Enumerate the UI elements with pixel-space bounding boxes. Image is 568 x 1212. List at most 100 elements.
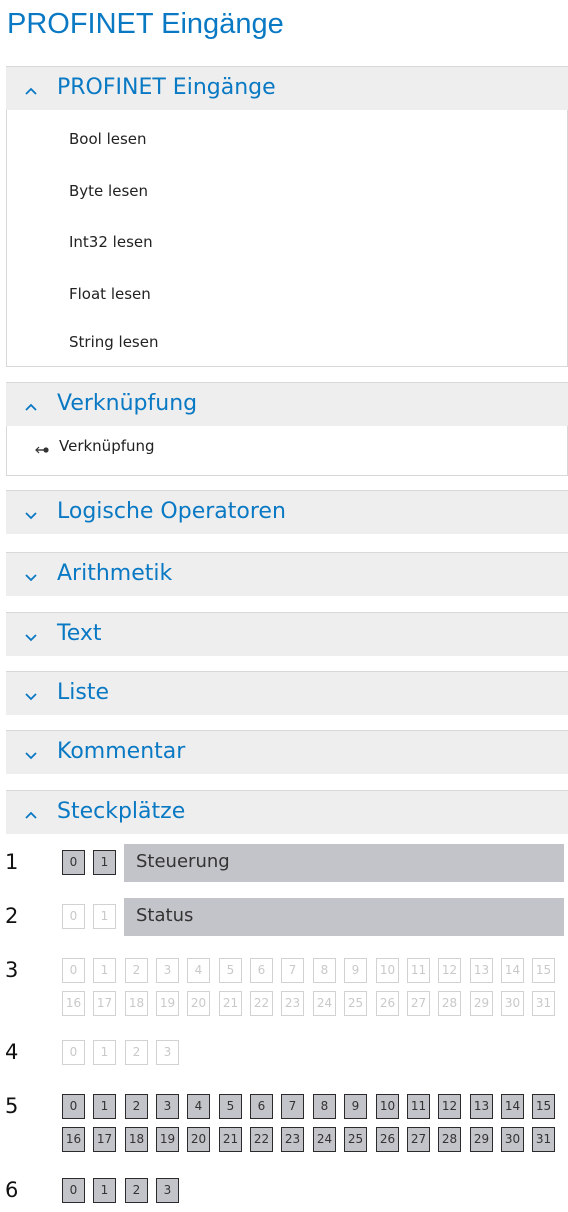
bit-box[interactable]: 25 [344,991,367,1016]
section-header-verknuepfung[interactable]: Verknüpfung [6,382,568,426]
bit-box[interactable]: 17 [93,991,116,1016]
block-float-lesen[interactable]: Float lesen [69,284,151,304]
bit-box[interactable]: 19 [156,991,179,1016]
bit-box[interactable]: 28 [438,991,461,1016]
bit-box[interactable]: 15 [532,1094,555,1119]
bit-box[interactable]: 29 [470,991,493,1016]
bit-box[interactable]: 8 [313,958,336,983]
bit-box[interactable]: 24 [313,1127,336,1152]
bit-box[interactable]: 23 [281,991,304,1016]
bit-box[interactable]: 0 [62,958,85,983]
bit-box[interactable]: 10 [376,1094,399,1119]
slot-row-5: 5 0 1 2 3 4 5 6 7 8 9 10 11 12 13 14 15 16 17 18 19 20 21 22 23 2… [0,1088,568,1152]
slot-name-bar[interactable]: Status [124,898,564,936]
bit-box[interactable]: 1 [93,958,116,983]
bit-box[interactable]: 2 [125,1094,148,1119]
bit-box[interactable]: 14 [501,1094,524,1119]
bit-box[interactable]: 25 [344,1127,367,1152]
bit-box[interactable]: 15 [532,958,555,983]
page-title: PROFINET Eingänge [7,8,284,40]
bit-box[interactable]: 19 [156,1127,179,1152]
bit-box[interactable]: 16 [62,991,85,1016]
slot-number: 5 [5,1094,19,1118]
bit-box[interactable]: 26 [376,1127,399,1152]
bit-box[interactable]: 3 [156,1040,179,1065]
bit-box[interactable]: 4 [187,1094,210,1119]
section-header-steckplaetze[interactable]: Steckplätze [6,790,568,834]
bit-box[interactable]: 27 [407,991,430,1016]
block-int32-lesen[interactable]: Int32 lesen [69,232,153,252]
bit-box[interactable]: 23 [281,1127,304,1152]
bit-box[interactable]: 18 [125,1127,148,1152]
bit-box[interactable]: 2 [125,1040,148,1065]
bit-box[interactable]: 24 [313,991,336,1016]
bit-box[interactable]: 11 [407,1094,430,1119]
bit-box[interactable]: 6 [250,958,273,983]
bit-box[interactable]: 21 [219,991,242,1016]
bit-box[interactable]: 2 [125,958,148,983]
section-body-profinet: Bool lesen Byte lesen Int32 lesen Float … [6,110,568,367]
bit-box[interactable]: 0 [62,904,85,929]
bit-box[interactable]: 0 [62,1094,85,1119]
bit-box[interactable]: 8 [313,1094,336,1119]
bit-box[interactable]: 3 [156,958,179,983]
bit-box[interactable]: 5 [219,1094,242,1119]
bit-box[interactable]: 9 [344,1094,367,1119]
block-byte-lesen[interactable]: Byte lesen [69,181,148,201]
bit-box[interactable]: 1 [93,1094,116,1119]
bit-box[interactable]: 5 [219,958,242,983]
section-header-liste[interactable]: Liste [6,671,568,715]
section-header-logische-operatoren[interactable]: Logische Operatoren [6,490,568,534]
bit-box[interactable]: 12 [438,1094,461,1119]
bit-box[interactable]: 3 [156,1178,179,1203]
bit-box[interactable]: 1 [93,1040,116,1065]
bit-box[interactable]: 29 [470,1127,493,1152]
block-string-lesen[interactable]: String lesen [69,332,158,352]
bit-box[interactable]: 30 [501,1127,524,1152]
bit-box[interactable]: 12 [438,958,461,983]
bit-box[interactable]: 22 [250,991,273,1016]
bit-box[interactable]: 7 [281,958,304,983]
bit-box[interactable]: 11 [407,958,430,983]
bit-box[interactable]: 6 [250,1094,273,1119]
slot-row-3: 3 0 1 2 3 4 5 6 7 8 9 10 11 12 13 14 15 16 17 18 19 20 21 22 23 2… [0,952,568,1016]
bit-box[interactable]: 0 [62,850,85,875]
slot-name-bar[interactable]: Steuerung [124,844,564,882]
bit-box[interactable]: 27 [407,1127,430,1152]
section-header-arithmetik[interactable]: Arithmetik [6,552,568,596]
bit-box[interactable]: 30 [501,991,524,1016]
section-title: Verknüpfung [57,391,198,416]
bit-box[interactable]: 22 [250,1127,273,1152]
section-header-kommentar[interactable]: Kommentar [6,730,568,774]
bit-box[interactable]: 13 [470,1094,493,1119]
bit-box[interactable]: 7 [281,1094,304,1119]
slot-number: 4 [5,1040,19,1064]
bit-box[interactable]: 16 [62,1127,85,1152]
bit-box[interactable]: 2 [125,1178,148,1203]
bit-box[interactable]: 21 [219,1127,242,1152]
bit-box[interactable]: 20 [187,1127,210,1152]
bit-box[interactable]: 31 [532,1127,555,1152]
bit-box[interactable]: 3 [156,1094,179,1119]
bit-box[interactable]: 1 [93,850,116,875]
block-bool-lesen[interactable]: Bool lesen [69,129,147,149]
bit-box[interactable]: 31 [532,991,555,1016]
bit-box[interactable]: 4 [187,958,210,983]
bit-box[interactable]: 0 [62,1040,85,1065]
bit-box[interactable]: 9 [344,958,367,983]
bit-box[interactable]: 17 [93,1127,116,1152]
slot-row-4: 4 0123 [0,1034,568,1074]
bit-box[interactable]: 26 [376,991,399,1016]
block-verknuepfung[interactable]: Verknüpfung [35,437,155,455]
bit-box[interactable]: 14 [501,958,524,983]
bit-box[interactable]: 13 [470,958,493,983]
section-header-profinet[interactable]: PROFINET Eingänge [6,66,568,110]
bit-box[interactable]: 20 [187,991,210,1016]
bit-box[interactable]: 28 [438,1127,461,1152]
bit-box[interactable]: 1 [93,1178,116,1203]
bit-box[interactable]: 1 [93,904,116,929]
section-header-text[interactable]: Text [6,612,568,656]
bit-box[interactable]: 0 [62,1178,85,1203]
bit-box[interactable]: 10 [376,958,399,983]
bit-box[interactable]: 18 [125,991,148,1016]
